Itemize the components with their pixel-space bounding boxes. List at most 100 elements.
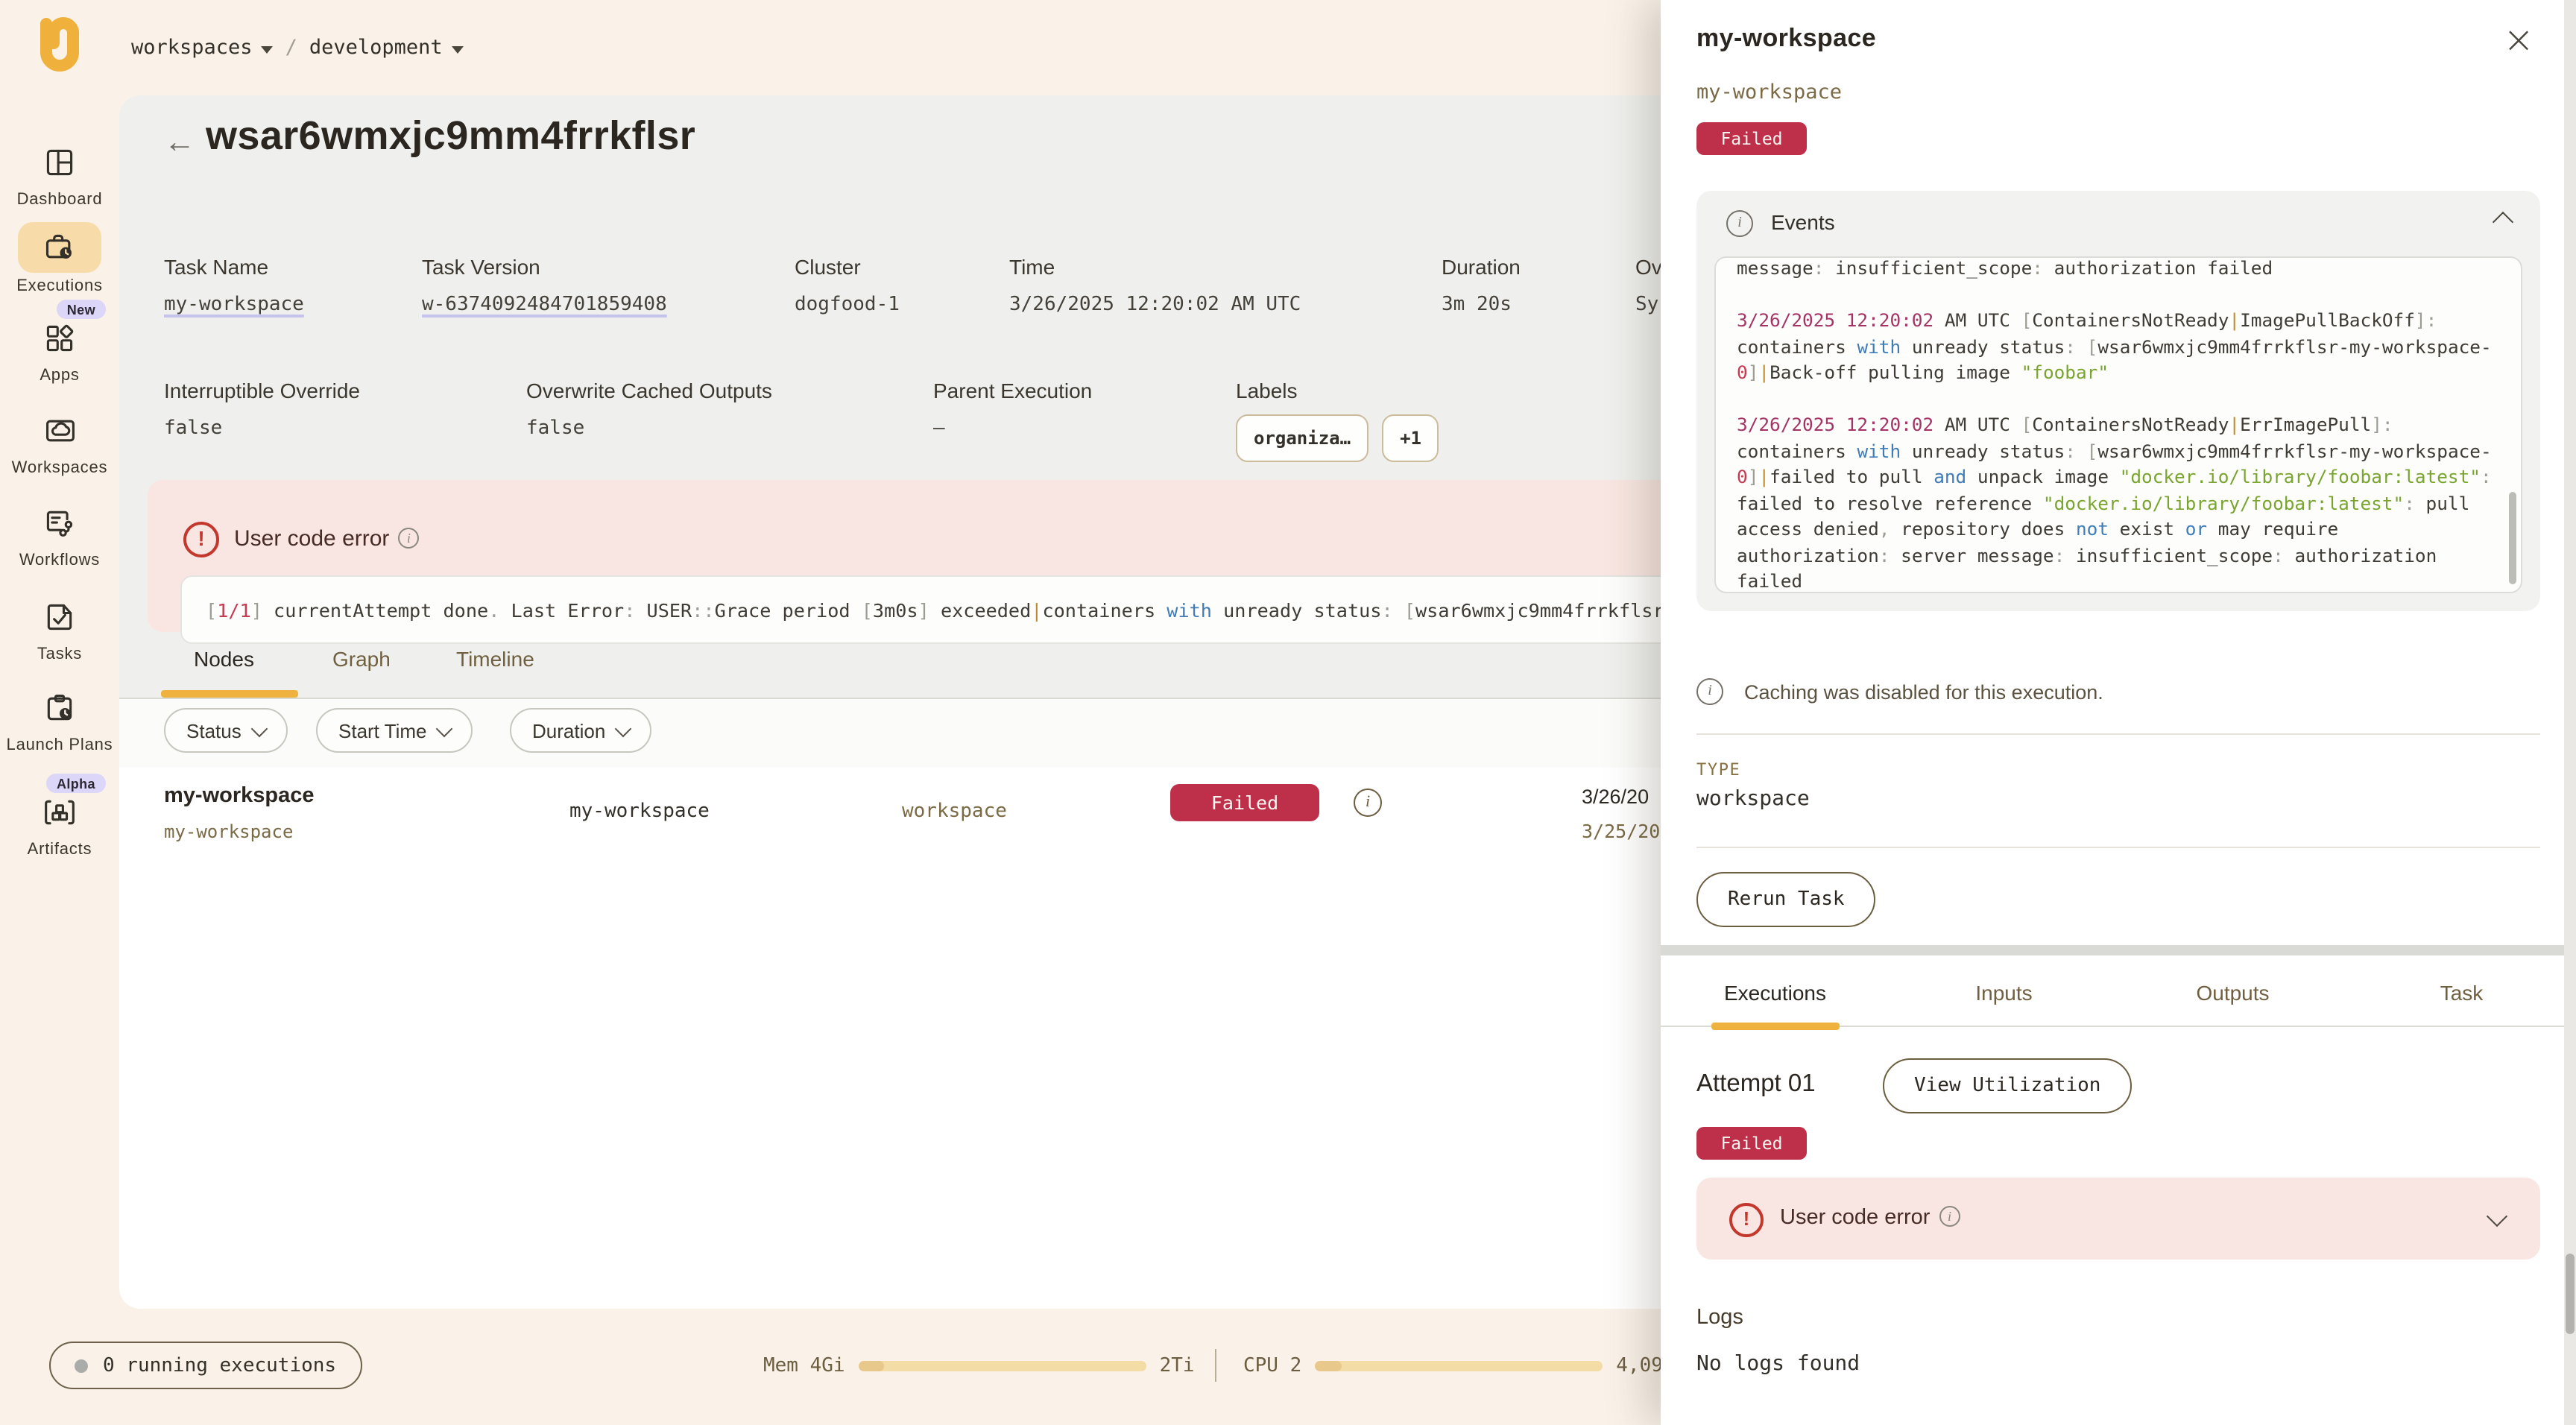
task-version-link[interactable]: w-6374092484701859408 xyxy=(422,294,667,316)
info-icon[interactable]: i xyxy=(1354,789,1382,817)
node-name: my-workspace xyxy=(164,784,315,808)
breadcrumb-project-label: development xyxy=(309,36,443,60)
field-labels: Labels organiza… +1 xyxy=(1236,379,1439,462)
panel-tabs: Executions Inputs Outputs Task xyxy=(1661,969,2576,1027)
type-label: TYPE xyxy=(1696,760,1740,780)
page-scrollbar[interactable] xyxy=(2564,0,2576,1425)
events-header[interactable]: i Events xyxy=(1696,191,2540,256)
field-value: false xyxy=(526,417,772,440)
divider xyxy=(1696,733,2540,735)
events-scrollbar[interactable] xyxy=(2509,492,2516,584)
node-start-date: 3/26/20 xyxy=(1582,786,1649,808)
logs-empty-message: No logs found xyxy=(1696,1352,1860,1376)
divider xyxy=(1696,847,2540,848)
sidebar-item-apps[interactable]: New Apps xyxy=(0,316,119,385)
label-chip-more[interactable]: +1 xyxy=(1382,414,1439,462)
memory-meter: Mem 4Gi 2Ti xyxy=(763,1355,1195,1377)
sidebar-item-label: Dashboard xyxy=(0,191,119,209)
launch-plans-icon xyxy=(25,686,94,730)
sidebar-item-label: Executions xyxy=(0,277,119,296)
node-type: workspace xyxy=(902,800,1007,823)
sidebar: Dashboard Executions New Apps Workspaces xyxy=(0,95,119,1425)
tab-task[interactable]: Task xyxy=(2347,969,2576,1026)
close-icon[interactable]: × xyxy=(2503,18,2534,61)
field-task-version: Task Version w-6374092484701859408 xyxy=(422,255,667,316)
sidebar-item-label: Artifacts xyxy=(0,841,119,859)
rerun-task-button[interactable]: Rerun Task xyxy=(1696,872,1876,927)
node-task: my-workspace xyxy=(569,800,710,823)
task-name-link[interactable]: my-workspace xyxy=(164,294,304,316)
field-interruptible-override: Interruptible Override false xyxy=(164,379,360,440)
running-executions-label: 0 running executions xyxy=(103,1354,336,1377)
alpha-badge: Alpha xyxy=(46,774,106,793)
artifacts-icon: Alpha xyxy=(25,790,94,835)
field-parent-execution: Parent Execution – xyxy=(933,379,1092,440)
apps-icon: New xyxy=(25,316,94,361)
user-code-error-accordion[interactable]: ! User code errori xyxy=(1696,1178,2540,1260)
tab-executions[interactable]: Executions xyxy=(1661,969,1890,1026)
status-dot-icon xyxy=(75,1359,88,1372)
filter-label: Duration xyxy=(532,719,605,742)
sidebar-item-dashboard[interactable]: Dashboard xyxy=(0,140,119,209)
chevron-down-icon xyxy=(250,720,268,737)
accordion-title: User code errori xyxy=(1780,1206,1960,1230)
chevron-down-icon xyxy=(436,720,453,737)
sidebar-item-label: Workspaces xyxy=(0,459,119,478)
status-badge: Failed xyxy=(1696,1127,1807,1160)
chevron-down-icon xyxy=(615,720,632,737)
running-executions-pill[interactable]: 0 running executions xyxy=(49,1342,362,1389)
sidebar-item-executions[interactable]: Executions xyxy=(0,222,119,296)
breadcrumb-project-dropdown[interactable]: development xyxy=(309,36,464,60)
start-time-filter[interactable]: Start Time xyxy=(316,708,473,753)
tab-outputs[interactable]: Outputs xyxy=(2118,969,2347,1026)
sidebar-item-workspaces[interactable]: Workspaces xyxy=(0,408,119,478)
duration-filter[interactable]: Duration xyxy=(510,708,651,753)
field-value: false xyxy=(164,417,360,440)
events-log[interactable]: message: insufficient_scope: authorizati… xyxy=(1714,256,2522,593)
field-label: Duration xyxy=(1442,255,1521,279)
tab-nodes[interactable]: Nodes xyxy=(194,647,254,671)
sidebar-item-workflows[interactable]: Workflows xyxy=(0,501,119,570)
info-icon[interactable]: i xyxy=(398,528,419,549)
memory-bar xyxy=(859,1361,1146,1371)
error-alert-icon: ! xyxy=(183,522,219,557)
executions-icon xyxy=(18,222,101,273)
field-label: Task Version xyxy=(422,255,667,279)
new-badge: New xyxy=(57,300,106,319)
view-utilization-button[interactable]: View Utilization xyxy=(1883,1058,2132,1113)
field-value: – xyxy=(933,417,1092,440)
tab-timeline[interactable]: Timeline xyxy=(456,647,534,671)
info-icon: i xyxy=(1696,678,1723,705)
field-cluster: Cluster dogfood-1 xyxy=(795,255,900,316)
union-logo-icon xyxy=(33,16,92,79)
sidebar-item-label: Apps xyxy=(0,367,119,385)
sidebar-item-launch-plans[interactable]: Launch Plans xyxy=(0,686,119,755)
field-value: Sy xyxy=(1635,294,1662,316)
meter-divider xyxy=(1215,1349,1216,1382)
attempt-label: Attempt 01 xyxy=(1696,1070,1816,1099)
field-truncated: Ov Sy xyxy=(1635,255,1662,316)
error-alert-icon: ! xyxy=(1729,1203,1764,1237)
field-value: dogfood-1 xyxy=(795,294,900,316)
error-banner-title: User code errori xyxy=(234,526,419,552)
panel-title: my-workspace xyxy=(1696,24,1876,54)
breadcrumb-workspaces-dropdown[interactable]: workspaces xyxy=(131,36,274,60)
sidebar-item-tasks[interactable]: Tasks xyxy=(0,595,119,664)
caching-note: i Caching was disabled for this executio… xyxy=(1696,678,2103,705)
breadcrumb: workspaces / development xyxy=(131,36,464,60)
field-label: Overwrite Cached Outputs xyxy=(526,379,772,402)
status-filter[interactable]: Status xyxy=(164,708,288,753)
tab-graph[interactable]: Graph xyxy=(332,647,391,671)
active-tab-indicator xyxy=(1711,1023,1840,1030)
field-label: Labels xyxy=(1236,379,1439,402)
field-label: Interruptible Override xyxy=(164,379,360,402)
scrollbar-thumb[interactable] xyxy=(2566,1254,2575,1334)
memory-max: 2Ti xyxy=(1160,1355,1195,1377)
back-arrow-icon[interactable]: ← xyxy=(164,125,195,161)
label-chip[interactable]: organiza… xyxy=(1236,414,1368,462)
field-value: 3m 20s xyxy=(1442,294,1521,316)
events-section: i Events message: insufficient_scope: au… xyxy=(1696,191,2540,611)
sidebar-item-artifacts[interactable]: Alpha Artifacts xyxy=(0,790,119,859)
workflows-icon xyxy=(25,501,94,546)
tab-inputs[interactable]: Inputs xyxy=(1890,969,2118,1026)
